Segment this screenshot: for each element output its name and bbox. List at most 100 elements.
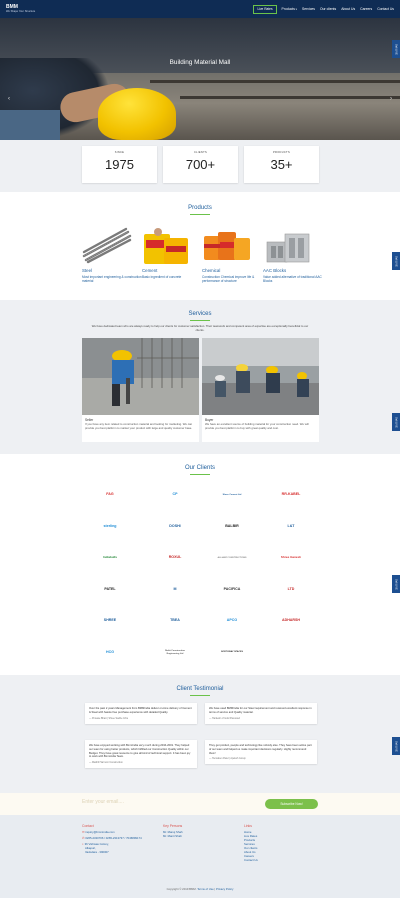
testimonial-heading: Client Testimonial <box>176 686 224 692</box>
email-input[interactable]: Enter your email.... <box>82 799 252 809</box>
footer-email-link[interactable]: ✉inquiry@bmmindia.com <box>82 830 142 834</box>
hero-worker-jeans <box>0 110 60 140</box>
client-logo: PACIFICA <box>223 586 241 591</box>
product-steel[interactable]: Steel Most important engineering & const… <box>82 226 142 283</box>
subscribe-button[interactable]: Subscribe Now! <box>265 799 318 809</box>
stat-label: SINCE <box>114 151 125 154</box>
services-heading: Services <box>188 311 212 317</box>
client-logo: Indiabulls <box>102 555 117 560</box>
copyright-text: Copyright © 2019 BMM. <box>166 887 197 891</box>
main-nav: Live Rates Products Services Our clients… <box>253 4 394 14</box>
stat-since: SINCE 1975 <box>82 146 157 183</box>
client-logo: ROXUL <box>168 555 182 560</box>
product-desc: Value added alternative of traditional A… <box>263 275 322 284</box>
stat-products: PRODUCTS 35+ <box>244 146 319 183</box>
client-logo: FAG <box>106 492 114 497</box>
client-logo: Shree Ganesh <box>280 555 302 560</box>
sell-live-tab[interactable]: Sell LIVE <box>392 737 400 755</box>
client-logo: M <box>173 586 177 591</box>
client-logo: sterling <box>103 523 117 528</box>
stat-value: 35+ <box>270 157 293 172</box>
privacy-link[interactable]: Privacy Policy <box>216 887 233 891</box>
hero-title: Building Material Mall <box>169 59 231 66</box>
nav-about-us[interactable]: About Us <box>341 7 355 11</box>
buyer-photo <box>202 338 319 415</box>
terms-link[interactable]: Terms of Use <box>197 887 213 891</box>
products-heading: Products <box>188 205 212 211</box>
hero-helmet <box>98 88 176 140</box>
footer-link-contact-us[interactable]: Contact Us <box>244 858 258 862</box>
testimonial-author: — Maithli Harmoni Construction <box>89 761 123 765</box>
client-logo: BALBIR <box>225 523 239 528</box>
nav-products[interactable]: Products <box>282 7 297 11</box>
logo-tagline: We Shape Your Structure <box>6 9 36 13</box>
nav-careers[interactable]: Careers <box>360 7 372 11</box>
steel-image <box>82 226 132 264</box>
site-logo[interactable]: BMM We Shape Your Structure <box>6 3 36 14</box>
footer-links: Links Home Live Rates Products Services … <box>244 824 258 862</box>
testimonial-author: — Harkesh of Gold Pavouled <box>209 716 240 720</box>
testimonial-quote: Over the past 2 years Management from BM… <box>89 707 192 714</box>
sell-live-tab[interactable]: Sell LIVE <box>392 40 400 58</box>
nav-contact-us[interactable]: Contact Us <box>377 7 394 11</box>
sell-live-tab[interactable]: Sell LIVE <box>392 575 400 593</box>
product-name: Steel <box>82 268 93 273</box>
chevron-left-icon[interactable]: ‹ <box>8 96 10 102</box>
services-intro: We have dedicated team who are always re… <box>91 324 309 332</box>
product-name: AAC Blocks <box>263 268 287 273</box>
clients-heading: Our Clients <box>184 465 215 471</box>
product-chemical[interactable]: Chemical Construction Chemical improve l… <box>202 226 262 283</box>
product-cement[interactable]: Cement Basic ingredient of concrete <box>142 226 202 279</box>
heading-underline <box>190 695 210 696</box>
nav-our-clients[interactable]: Our clients <box>320 7 336 11</box>
footer-phone-link[interactable]: ✆0265-2320706 / 0265-2313737 / 704689917… <box>82 836 142 840</box>
stat-value: 700+ <box>185 157 216 172</box>
product-desc: Basic ingredient of concrete <box>142 275 182 279</box>
footer-heading: Links <box>244 824 252 828</box>
testimonial-author: — Hemaben Patel | Apeksh Group <box>209 757 246 761</box>
chemical-image <box>202 226 252 264</box>
stat-clients: CLIENTS 700+ <box>163 146 238 183</box>
chevron-right-icon[interactable]: › <box>390 96 392 102</box>
client-logo: L&T <box>287 523 295 528</box>
logo-title: BMM <box>6 3 18 10</box>
client-logo: NORTHWAY SPACES <box>221 651 243 654</box>
client-logo: ALLIANZ CONSTRUCTIONS <box>217 556 247 559</box>
services-section: Services We have dedicated team who are … <box>0 300 400 454</box>
client-logo: RR-KABEL <box>281 492 301 497</box>
site-footer: Contact ✉inquiry@bmmindia.com ✆0265-2320… <box>0 815 400 898</box>
footer-address-line: Vadodara - 390007 <box>85 850 109 855</box>
mail-icon: ✉ <box>82 830 85 834</box>
client-logo: Rohit Construction Engineering Ltd <box>165 650 185 655</box>
footer-contact: Contact ✉inquiry@bmmindia.com ✆0265-2320… <box>82 824 142 854</box>
subscribe-bar: Enter your email.... Subscribe Now! <box>0 793 400 815</box>
footer-heading: Contact <box>82 824 94 828</box>
sell-live-tab[interactable]: Sell LIVE <box>392 252 400 270</box>
sell-live-tab[interactable]: Sell LIVE <box>392 413 400 431</box>
aac-blocks-image <box>263 226 313 264</box>
stat-label: PRODUCTS <box>273 151 290 154</box>
nav-live-rates[interactable]: Live Rates <box>253 4 277 14</box>
product-name: Chemical <box>202 268 221 273</box>
heading-underline <box>190 474 210 475</box>
seller-photo <box>82 338 199 415</box>
service-card-buyer[interactable]: Buyer We have an excellent source of bui… <box>202 338 319 442</box>
product-desc: Construction Chemical improve life & per… <box>202 275 255 284</box>
footer-key-persons: Key Persons Mr. Manoj Shah Mr. Manit Sha… <box>163 824 183 838</box>
client-logo: TBEA <box>170 618 180 623</box>
client-logo: LTD <box>287 586 295 591</box>
cement-image <box>142 226 192 264</box>
nav-services[interactable]: Services <box>302 7 315 11</box>
footer-phone: 0265-2320706 / 0265-2313737 / 7046899174 <box>85 836 142 841</box>
service-desc: We have an excellent source of building … <box>205 422 309 430</box>
service-desc: If you have any item related to construc… <box>85 422 193 430</box>
testimonial-card: They get product, people and technology … <box>205 740 317 765</box>
testimonial-section: Client Testimonial Over the past 2 years… <box>0 675 400 793</box>
service-card-seller[interactable]: Seller If you have any item related to c… <box>82 338 199 442</box>
stats-section: SINCE 1975 CLIENTS 700+ PRODUCTS 35+ <box>0 140 400 192</box>
footer-email: inquiry@bmmindia.com <box>85 830 115 834</box>
stat-label: CLIENTS <box>193 151 208 154</box>
product-aac-blocks[interactable]: AAC Blocks Value added alternative of tr… <box>263 226 323 283</box>
hero-slider: Building Material Mall ‹ › <box>0 18 400 140</box>
hero-scaffold <box>180 96 400 99</box>
